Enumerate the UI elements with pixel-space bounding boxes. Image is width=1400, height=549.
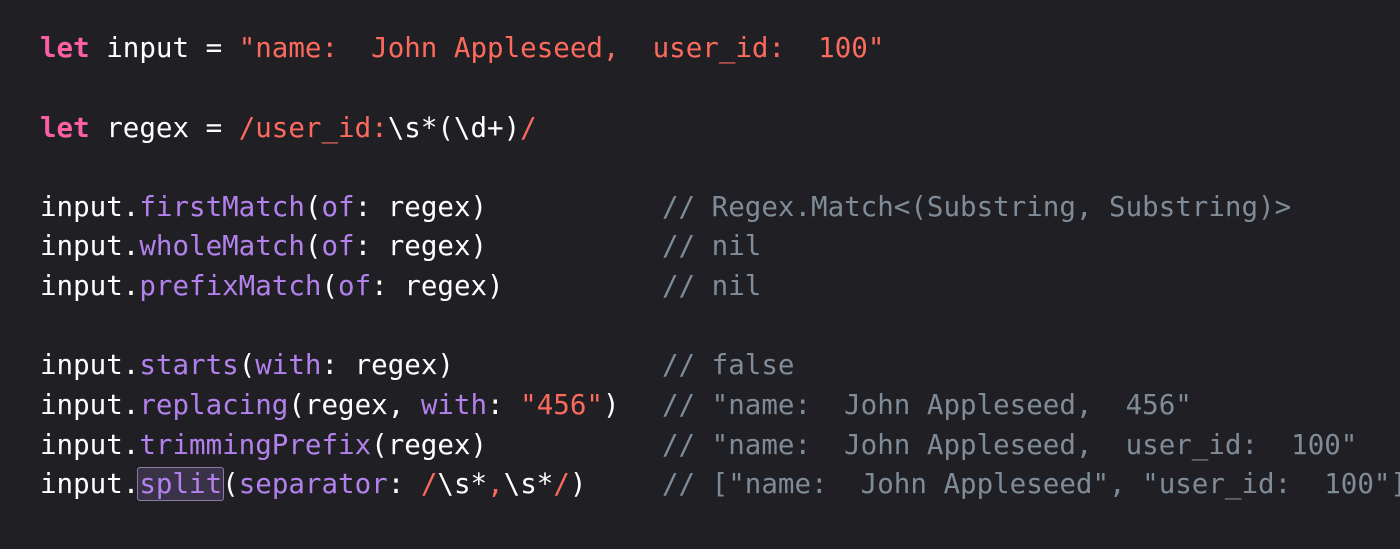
code-comment: // nil [662, 270, 762, 302]
arguments: (regex, [288, 389, 421, 421]
code-line-whole-match: input.wholeMatch(of: regex) [40, 226, 487, 266]
object-ref: input. [40, 389, 140, 421]
object-ref: input. [40, 230, 140, 262]
regex-literal-start: /user_id: [238, 112, 388, 144]
arguments: : regex) [371, 270, 504, 302]
code-comment: // false [662, 349, 795, 381]
method-name: firstMatch [139, 191, 305, 223]
code-line-prefix-match: input.prefixMatch(of: regex) [40, 266, 504, 306]
code-comment: // Regex.Match<(Substring, Substring)> [662, 191, 1292, 223]
arg-label: with [420, 389, 488, 421]
object-ref: input. [40, 270, 140, 302]
paren: ( [304, 230, 322, 262]
regex-literal-end: / [520, 112, 537, 144]
code-line-first-match: input.firstMatch(of: regex) [40, 187, 487, 227]
string-literal: "456" [520, 389, 603, 421]
paren: ( [321, 270, 339, 302]
method-name-highlighted[interactable]: split [137, 467, 225, 501]
paren: ) [569, 468, 587, 500]
object-ref: input. [40, 349, 140, 381]
let-keyword: let [40, 112, 90, 144]
code-line-trimming-prefix: input.trimmingPrefix(regex) [40, 425, 487, 465]
code-line-replacing: input.replacing(regex, with: "456") [40, 385, 620, 425]
arg-label: of [338, 270, 372, 302]
regex-literal-char: , [487, 468, 504, 500]
regex-delimiter: / [553, 468, 570, 500]
regex-escape: \s* [503, 468, 554, 500]
code-comment: // "name: John Appleseed, 456" [662, 389, 1192, 421]
code-line-split: input.split(separator: /\s*,\s*/) [40, 464, 586, 504]
code-editor[interactable]: let input = "name: John Appleseed, user_… [0, 0, 1400, 549]
code-line-input-declaration: let input = "name: John Appleseed, user_… [40, 28, 884, 68]
regex-literal-body: \s*(\d+) [387, 112, 521, 144]
paren: ) [602, 389, 620, 421]
object-ref: input. [40, 191, 140, 223]
variable-name: regex = [89, 112, 239, 144]
arg-label: of [321, 191, 355, 223]
arguments: : regex) [354, 230, 488, 262]
regex-delimiter: / [420, 468, 438, 500]
method-name: wholeMatch [139, 230, 305, 262]
method-name: prefixMatch [139, 270, 322, 302]
arg-label: separator [238, 468, 388, 500]
code-line-starts-with: input.starts(with: regex) [40, 345, 454, 385]
colon: : [487, 389, 521, 421]
paren: ( [238, 349, 256, 381]
method-name: trimmingPrefix [139, 429, 372, 461]
paren: ( [304, 191, 322, 223]
paren: ( [222, 468, 239, 500]
arguments: : regex) [321, 349, 454, 381]
object-ref: input. [40, 429, 140, 461]
code-comment: // ["name: John Appleseed", "user_id: 10… [662, 468, 1400, 500]
code-comment: // "name: John Appleseed, user_id: 100" [662, 429, 1358, 461]
arguments: (regex) [371, 429, 488, 461]
arguments: : regex) [354, 191, 488, 223]
code-comment: // nil [662, 230, 762, 262]
let-keyword: let [40, 32, 90, 64]
method-name: starts [139, 349, 239, 381]
arg-label: with [255, 349, 322, 381]
variable-name: input = [89, 32, 239, 64]
arg-label: of [321, 230, 355, 262]
string-literal: "name: John Appleseed, user_id: 100" [238, 32, 885, 64]
method-name: replacing [139, 389, 289, 421]
regex-escape: \s* [437, 468, 488, 500]
colon: : [387, 468, 421, 500]
object-ref: input. [40, 468, 140, 500]
code-line-regex-declaration: let regex = /user_id:\s*(\d+)/ [40, 108, 537, 148]
